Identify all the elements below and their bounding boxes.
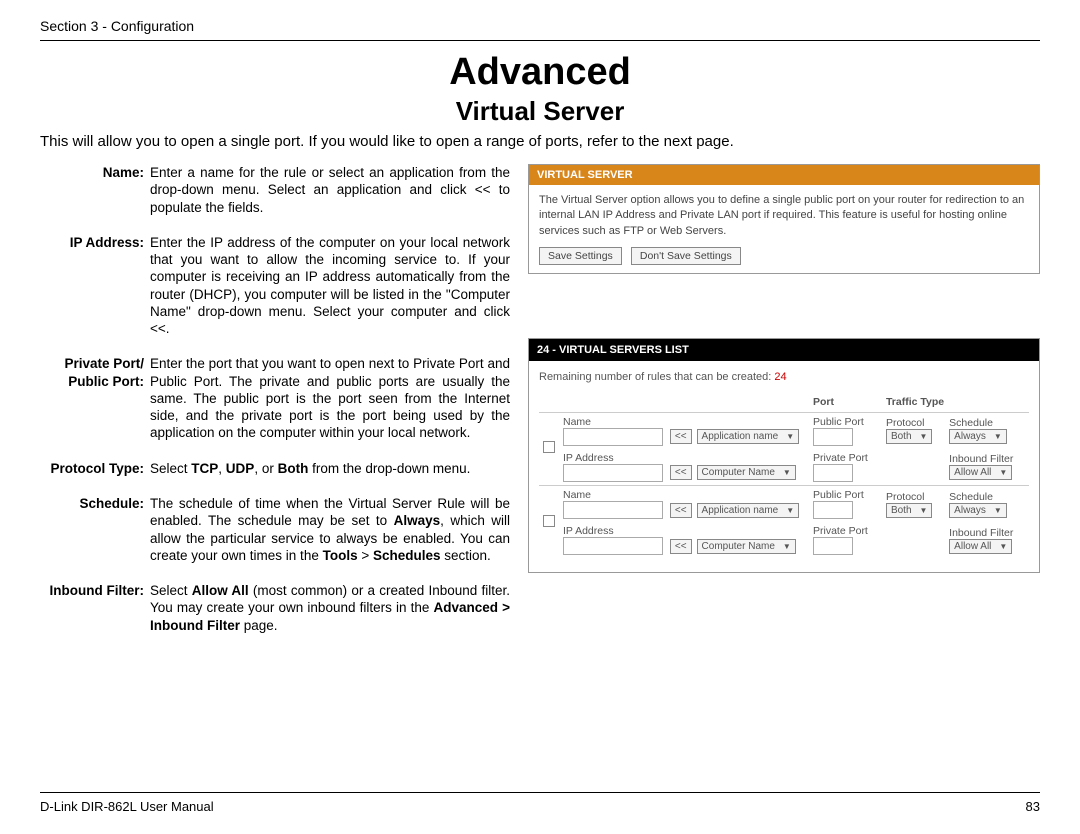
computer-select[interactable]: Computer Name▼ xyxy=(697,539,796,554)
def-schedule-label: Schedule: xyxy=(40,495,150,564)
definitions-column: Name: Enter a name for the rule or selec… xyxy=(40,164,510,652)
label-protocol: Protocol xyxy=(886,491,925,503)
panel-description: The Virtual Server option allows you to … xyxy=(539,193,1029,239)
virtual-servers-list-panel: 24 - VIRTUAL SERVERS LIST Remaining numb… xyxy=(528,338,1040,573)
def-inbound: Inbound Filter: Select Allow All (most c… xyxy=(40,582,510,634)
col-port: Port xyxy=(809,393,882,411)
dont-save-settings-button[interactable]: Don't Save Settings xyxy=(631,247,741,265)
page-title-sub: Virtual Server xyxy=(40,96,1040,127)
page-title-main: Advanced xyxy=(40,51,1040,94)
computer-select[interactable]: Computer Name▼ xyxy=(697,465,796,480)
virtual-server-panel: VIRTUAL SERVER The Virtual Server option… xyxy=(528,164,1040,274)
def-protocol-body: Select TCP, UDP, or Both from the drop-d… xyxy=(150,460,510,477)
def-protocol: Protocol Type: Select TCP, UDP, or Both … xyxy=(40,460,510,477)
panel-title: VIRTUAL SERVER xyxy=(529,165,1039,185)
chevron-down-icon: ▼ xyxy=(994,432,1002,441)
chevron-down-icon: ▼ xyxy=(783,542,791,551)
private-port-input[interactable] xyxy=(813,537,853,555)
label-inbound: Inbound Filter xyxy=(949,453,1013,465)
def-schedule: Schedule: The schedule of time when the … xyxy=(40,495,510,564)
table-row: IP Address << Computer Name▼ Private Por… xyxy=(539,449,1029,485)
footer-rule xyxy=(40,792,1040,793)
chevron-down-icon: ▼ xyxy=(920,506,928,515)
label-ip: IP Address xyxy=(563,452,614,464)
protocol-select[interactable]: Both▼ xyxy=(886,429,933,444)
table-row: Name << Application name▼ Public Port Pr… xyxy=(539,486,1029,523)
table-row: IP Address << Computer Name▼ Private Por… xyxy=(539,522,1029,558)
name-input[interactable] xyxy=(563,501,663,519)
ip-input[interactable] xyxy=(563,464,663,482)
chevron-down-icon: ▼ xyxy=(999,542,1007,551)
label-protocol: Protocol xyxy=(886,417,925,429)
label-schedule: Schedule xyxy=(949,491,993,503)
footer-page-number: 83 xyxy=(1026,799,1040,814)
label-name: Name xyxy=(563,489,591,501)
def-ip: IP Address: Enter the IP address of the … xyxy=(40,234,510,338)
ip-input[interactable] xyxy=(563,537,663,555)
schedule-select[interactable]: Always▼ xyxy=(949,503,1007,518)
label-ip: IP Address xyxy=(563,525,614,537)
def-inbound-label: Inbound Filter: xyxy=(40,582,150,634)
def-ports-label-line2: Public Port: xyxy=(68,374,144,389)
remaining-rules-text: Remaining number of rules that can be cr… xyxy=(539,371,1029,383)
chevron-down-icon: ▼ xyxy=(786,432,794,441)
chevron-down-icon: ▼ xyxy=(994,506,1002,515)
label-private-port: Private Port xyxy=(813,525,868,537)
label-schedule: Schedule xyxy=(949,417,993,429)
public-port-input[interactable] xyxy=(813,428,853,446)
content-columns: Name: Enter a name for the rule or selec… xyxy=(40,164,1040,652)
label-inbound: Inbound Filter xyxy=(949,527,1013,539)
def-name-body: Enter a name for the rule or select an a… xyxy=(150,164,510,216)
table-row: Name << Application name▼ Public Port Pr… xyxy=(539,412,1029,449)
label-private-port: Private Port xyxy=(813,452,868,464)
intro-text: This will allow you to open a single por… xyxy=(40,133,1040,150)
public-port-input[interactable] xyxy=(813,501,853,519)
chevron-down-icon: ▼ xyxy=(999,468,1007,477)
save-settings-button[interactable]: Save Settings xyxy=(539,247,622,265)
def-ip-label: IP Address: xyxy=(40,234,150,338)
label-public-port: Public Port xyxy=(813,416,864,428)
label-name: Name xyxy=(563,416,591,428)
def-ip-body: Enter the IP address of the computer on … xyxy=(150,234,510,338)
header-rule xyxy=(40,40,1040,41)
remaining-count: 24 xyxy=(774,371,786,383)
protocol-select[interactable]: Both▼ xyxy=(886,503,933,518)
def-name: Name: Enter a name for the rule or selec… xyxy=(40,164,510,216)
col-traffic: Traffic Type xyxy=(882,393,1029,411)
footer-manual-name: D-Link DIR-862L User Manual xyxy=(40,799,214,814)
copy-app-button[interactable]: << xyxy=(670,503,692,518)
name-input[interactable] xyxy=(563,428,663,446)
def-ports: Private Port/ Public Port: Enter the por… xyxy=(40,355,510,441)
chevron-down-icon: ▼ xyxy=(783,468,791,477)
enable-checkbox[interactable] xyxy=(543,441,555,453)
chevron-down-icon: ▼ xyxy=(786,506,794,515)
enable-checkbox[interactable] xyxy=(543,515,555,527)
inbound-filter-select[interactable]: Allow All▼ xyxy=(949,539,1012,554)
copy-computer-button[interactable]: << xyxy=(670,465,692,480)
def-protocol-label: Protocol Type: xyxy=(40,460,150,477)
private-port-input[interactable] xyxy=(813,464,853,482)
def-inbound-body: Select Allow All (most common) or a crea… xyxy=(150,582,510,634)
def-name-label: Name: xyxy=(40,164,150,216)
def-schedule-body: The schedule of time when the Virtual Se… xyxy=(150,495,510,564)
chevron-down-icon: ▼ xyxy=(920,432,928,441)
page-footer: D-Link DIR-862L User Manual 83 xyxy=(40,792,1040,814)
application-select[interactable]: Application name▼ xyxy=(697,503,800,518)
list-panel-title: 24 - VIRTUAL SERVERS LIST xyxy=(529,339,1039,361)
copy-computer-button[interactable]: << xyxy=(670,539,692,554)
application-select[interactable]: Application name▼ xyxy=(697,429,800,444)
inbound-filter-select[interactable]: Allow All▼ xyxy=(949,465,1012,480)
rules-table: Port Traffic Type Name << Application na… xyxy=(539,393,1029,558)
screenshot-column: VIRTUAL SERVER The Virtual Server option… xyxy=(528,164,1040,652)
def-ports-body: Enter the port that you want to open nex… xyxy=(150,355,510,441)
section-breadcrumb: Section 3 - Configuration xyxy=(40,18,1040,34)
label-public-port: Public Port xyxy=(813,489,864,501)
def-ports-label: Private Port/ Public Port: xyxy=(40,355,150,441)
copy-app-button[interactable]: << xyxy=(670,429,692,444)
schedule-select[interactable]: Always▼ xyxy=(949,429,1007,444)
list-body: Remaining number of rules that can be cr… xyxy=(529,361,1039,572)
panel-body: The Virtual Server option allows you to … xyxy=(529,185,1039,273)
def-ports-label-line1: Private Port/ xyxy=(64,356,144,371)
